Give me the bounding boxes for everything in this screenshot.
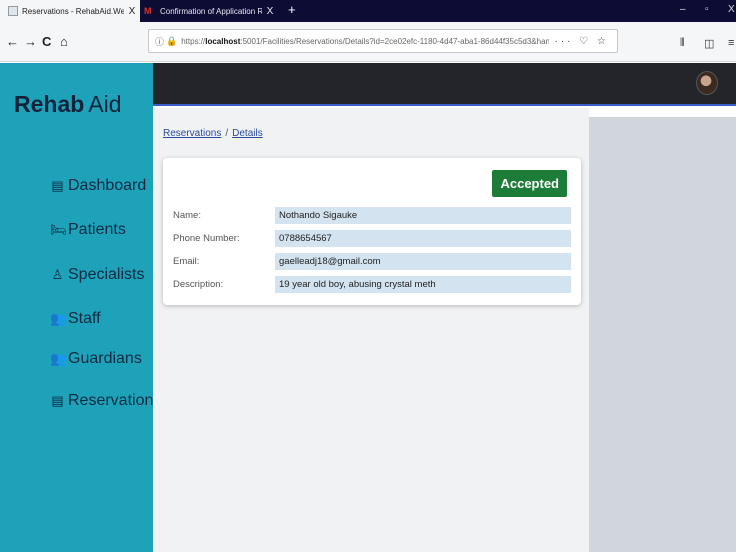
close-tab-button[interactable]: X — [262, 6, 278, 17]
field-value: gaelleadj18@gmail.com — [275, 253, 571, 270]
lock-icon[interactable]: 🔒 — [166, 36, 177, 47]
library-icon[interactable]: ⫴ — [680, 37, 685, 50]
url-prefix: https:// — [181, 36, 206, 46]
field-label: Name: — [173, 210, 201, 221]
breadcrumb: Reservations / Details — [163, 128, 263, 139]
gmail-icon: M — [144, 6, 152, 16]
breadcrumb-details-link[interactable]: Details — [232, 128, 263, 139]
url-text[interactable]: https://localhost:5001/Facilities/Reserv… — [181, 37, 548, 46]
url-path: :5001/Facilities/Reservations/Details?id… — [240, 36, 549, 46]
sidebar-item-label: Reservations — [68, 392, 162, 409]
field-phone-row: Phone Number: 0788654567 — [173, 230, 571, 247]
brand-part2: Aid — [88, 91, 122, 117]
avatar[interactable] — [696, 71, 718, 95]
tab-title: Confirmation of Application Re — [160, 6, 262, 16]
field-value: 19 year old boy, abusing crystal meth — [275, 276, 571, 293]
sidebar-item-label: Patients — [68, 221, 126, 238]
sidebar-icon[interactable]: ◫ — [704, 37, 714, 50]
close-tab-button[interactable]: X — [124, 6, 140, 17]
sidebar-item-staff[interactable]: 👥 Staff — [50, 310, 101, 328]
url-host: localhost — [205, 36, 241, 46]
back-button[interactable]: ← — [6, 34, 19, 49]
users-icon: 👥 — [50, 311, 67, 326]
forward-button[interactable]: → — [24, 34, 37, 49]
field-email-row: Email: gaelleadj18@gmail.com — [173, 253, 571, 270]
sidebar-item-reservations[interactable]: ▤ Reservations — [50, 392, 161, 410]
sidebar: Rehab Aid ▤ Dashboard 🛏 Patients ♙ Specia… — [0, 63, 161, 552]
close-window-button[interactable]: X — [728, 4, 735, 15]
info-icon[interactable]: ⓘ — [155, 35, 164, 48]
reload-button[interactable]: C — [42, 34, 51, 49]
tab-title: Reservations - RehabAid.Web — [22, 6, 124, 16]
sidebar-item-label: Guardians — [68, 350, 142, 367]
sidebar-item-dashboard[interactable]: ▤ Dashboard — [50, 177, 146, 195]
page-icon — [8, 6, 18, 16]
breadcrumb-separator: / — [225, 128, 229, 139]
sidebar-item-label: Dashboard — [68, 177, 147, 194]
browser-window: Reservations - RehabAid.Web X M Confirma… — [0, 0, 736, 552]
user-md-icon: ♙ — [51, 267, 64, 282]
right-panel — [589, 117, 736, 552]
brand-part1: Rehab — [14, 91, 85, 117]
sidebar-item-label: Staff — [68, 310, 101, 327]
home-button[interactable]: ⌂ — [60, 34, 68, 49]
field-value: Nothando Sigauke — [275, 207, 571, 224]
sidebar-item-patients[interactable]: 🛏 Patients — [50, 221, 126, 239]
bed-icon: 🛏 — [50, 222, 67, 237]
url-bar[interactable]: ⓘ 🔒 https://localhost:5001/Facilities/Re… — [148, 29, 618, 53]
tab-reservations[interactable]: Reservations - RehabAid.Web X — [0, 0, 140, 22]
sidebar-item-label: Specialists — [68, 266, 145, 283]
field-name-row: Name: Nothando Sigauke — [173, 207, 571, 224]
dashboard-icon: ▤ — [51, 178, 64, 193]
field-label: Phone Number: — [173, 233, 240, 244]
page-actions[interactable]: ··· ♡ ☆ — [555, 36, 609, 47]
sidebar-item-guardians[interactable]: 👥 Guardians — [50, 350, 142, 368]
new-tab-button[interactable]: + — [288, 2, 296, 17]
breadcrumb-reservations-link[interactable]: Reservations — [163, 128, 221, 139]
list-icon: ▤ — [51, 393, 64, 408]
sidebar-item-specialists[interactable]: ♙ Specialists — [50, 266, 145, 284]
users-icon: 👥 — [50, 351, 67, 366]
minimize-button[interactable]: – — [680, 4, 686, 15]
field-value: 0788654567 — [275, 230, 571, 247]
main-content: Reservations / Details Accepted Name: Noth… — [153, 108, 589, 552]
app-topbar — [153, 63, 736, 106]
tab-confirmation[interactable]: M Confirmation of Application Re X — [140, 0, 278, 22]
status-badge: Accepted — [492, 170, 567, 197]
tab-strip: Reservations - RehabAid.Web X M Confirma… — [0, 0, 736, 22]
field-label: Description: — [173, 279, 224, 290]
menu-icon[interactable]: ≡ — [728, 37, 734, 49]
brand-logo[interactable]: Rehab Aid — [14, 91, 122, 118]
field-label: Email: — [173, 256, 200, 267]
restore-button[interactable]: ▫ — [705, 4, 709, 15]
reservation-details-card: Accepted Name: Nothando Sigauke Phone Nu… — [163, 158, 581, 305]
field-description-row: Description: 19 year old boy, abusing cr… — [173, 276, 571, 293]
